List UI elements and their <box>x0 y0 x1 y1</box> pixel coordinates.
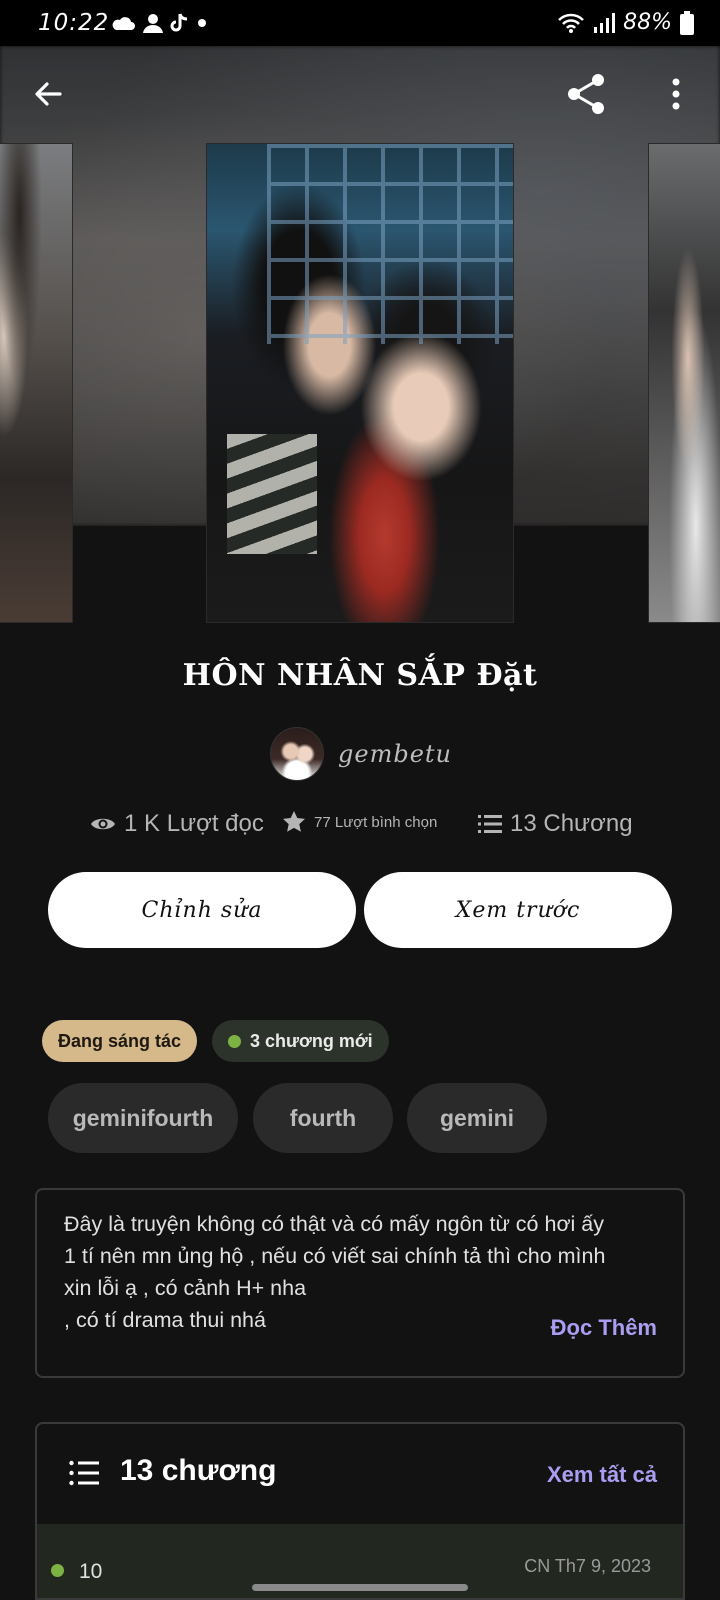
tag-geminifourth[interactable]: geminifourth <box>48 1083 238 1153</box>
eye-icon <box>91 818 115 830</box>
person-icon <box>143 14 163 33</box>
story-title: HÔN NHÂN SẮP Đặt <box>182 658 538 693</box>
preview-button[interactable]: Xem trước <box>364 872 672 948</box>
more-vertical-icon <box>672 78 680 110</box>
story-stats: 1 K Lượt đọc 77 Lượt bình chọn 13 Chương <box>0 810 720 850</box>
wifi-icon <box>558 13 584 33</box>
dot-icon <box>198 19 206 27</box>
signal-icon <box>594 12 616 33</box>
chapters-count: 13 Chương <box>510 810 633 837</box>
author-link[interactable]: gembetu <box>270 727 452 781</box>
chapter-date: CN Th7 9, 2023 <box>524 1556 651 1576</box>
reads-count: 1 K Lượt đọc <box>124 810 264 837</box>
clock: 10:22 <box>38 10 110 36</box>
reads-stat: 1 K Lượt đọc <box>90 810 264 838</box>
chapters-header: 13 chương Xem tất cả <box>37 1424 683 1524</box>
chapters-section: 13 chương Xem tất cả 10 CN Th7 9, 2023 <box>35 1422 685 1600</box>
home-indicator[interactable] <box>252 1584 468 1591</box>
new-chapters-label: 3 chương mới <box>250 1030 373 1051</box>
back-button[interactable] <box>22 68 74 120</box>
author-name[interactable]: gembetu <box>338 740 452 768</box>
tag-fourth[interactable]: fourth <box>253 1083 393 1153</box>
top-navigation <box>0 46 720 142</box>
chapters-stat: 13 Chương <box>478 810 633 838</box>
tag-gemini[interactable]: gemini <box>407 1083 547 1153</box>
votes-stat: 77 Lượt bình chọn <box>282 810 437 834</box>
battery-percent: 88% <box>623 10 672 35</box>
more-options-button[interactable] <box>650 68 702 120</box>
read-more-link[interactable]: Đọc Thêm <box>551 1315 657 1341</box>
battery-icon <box>680 10 694 35</box>
new-chapters-badge: 3 chương mới <box>212 1020 389 1062</box>
chapter-list-icon <box>69 1460 99 1486</box>
edit-button[interactable]: Chỉnh sửa <box>48 872 356 948</box>
list-icon <box>478 815 502 833</box>
new-indicator-dot <box>228 1034 241 1048</box>
status-bar: 10:22 88% <box>0 0 720 46</box>
cloud-icon <box>112 17 135 30</box>
status-badge: Đang sáng tác <box>42 1020 198 1062</box>
share-icon <box>568 74 604 114</box>
see-all-chapters-link[interactable]: Xem tất cả <box>547 1462 657 1488</box>
back-arrow-icon <box>35 82 62 106</box>
cover-carousel-prev[interactable] <box>0 143 73 623</box>
system-icons: 88% <box>557 10 694 35</box>
author-avatar[interactable] <box>270 727 324 781</box>
share-button[interactable] <box>560 68 612 120</box>
chapter-number: 10 <box>79 1560 103 1583</box>
new-chapter-dot <box>51 1564 64 1577</box>
story-description: Đây là truyện không có thật và có mấy ng… <box>35 1188 685 1378</box>
chapters-title: 13 chương <box>120 1454 277 1487</box>
tiktok-icon <box>170 13 188 32</box>
cover-carousel-next[interactable] <box>648 143 720 623</box>
star-icon <box>283 811 305 832</box>
notification-icons <box>110 12 208 34</box>
story-cover-image[interactable] <box>206 143 514 623</box>
votes-count: 77 Lượt bình chọn <box>314 813 438 831</box>
